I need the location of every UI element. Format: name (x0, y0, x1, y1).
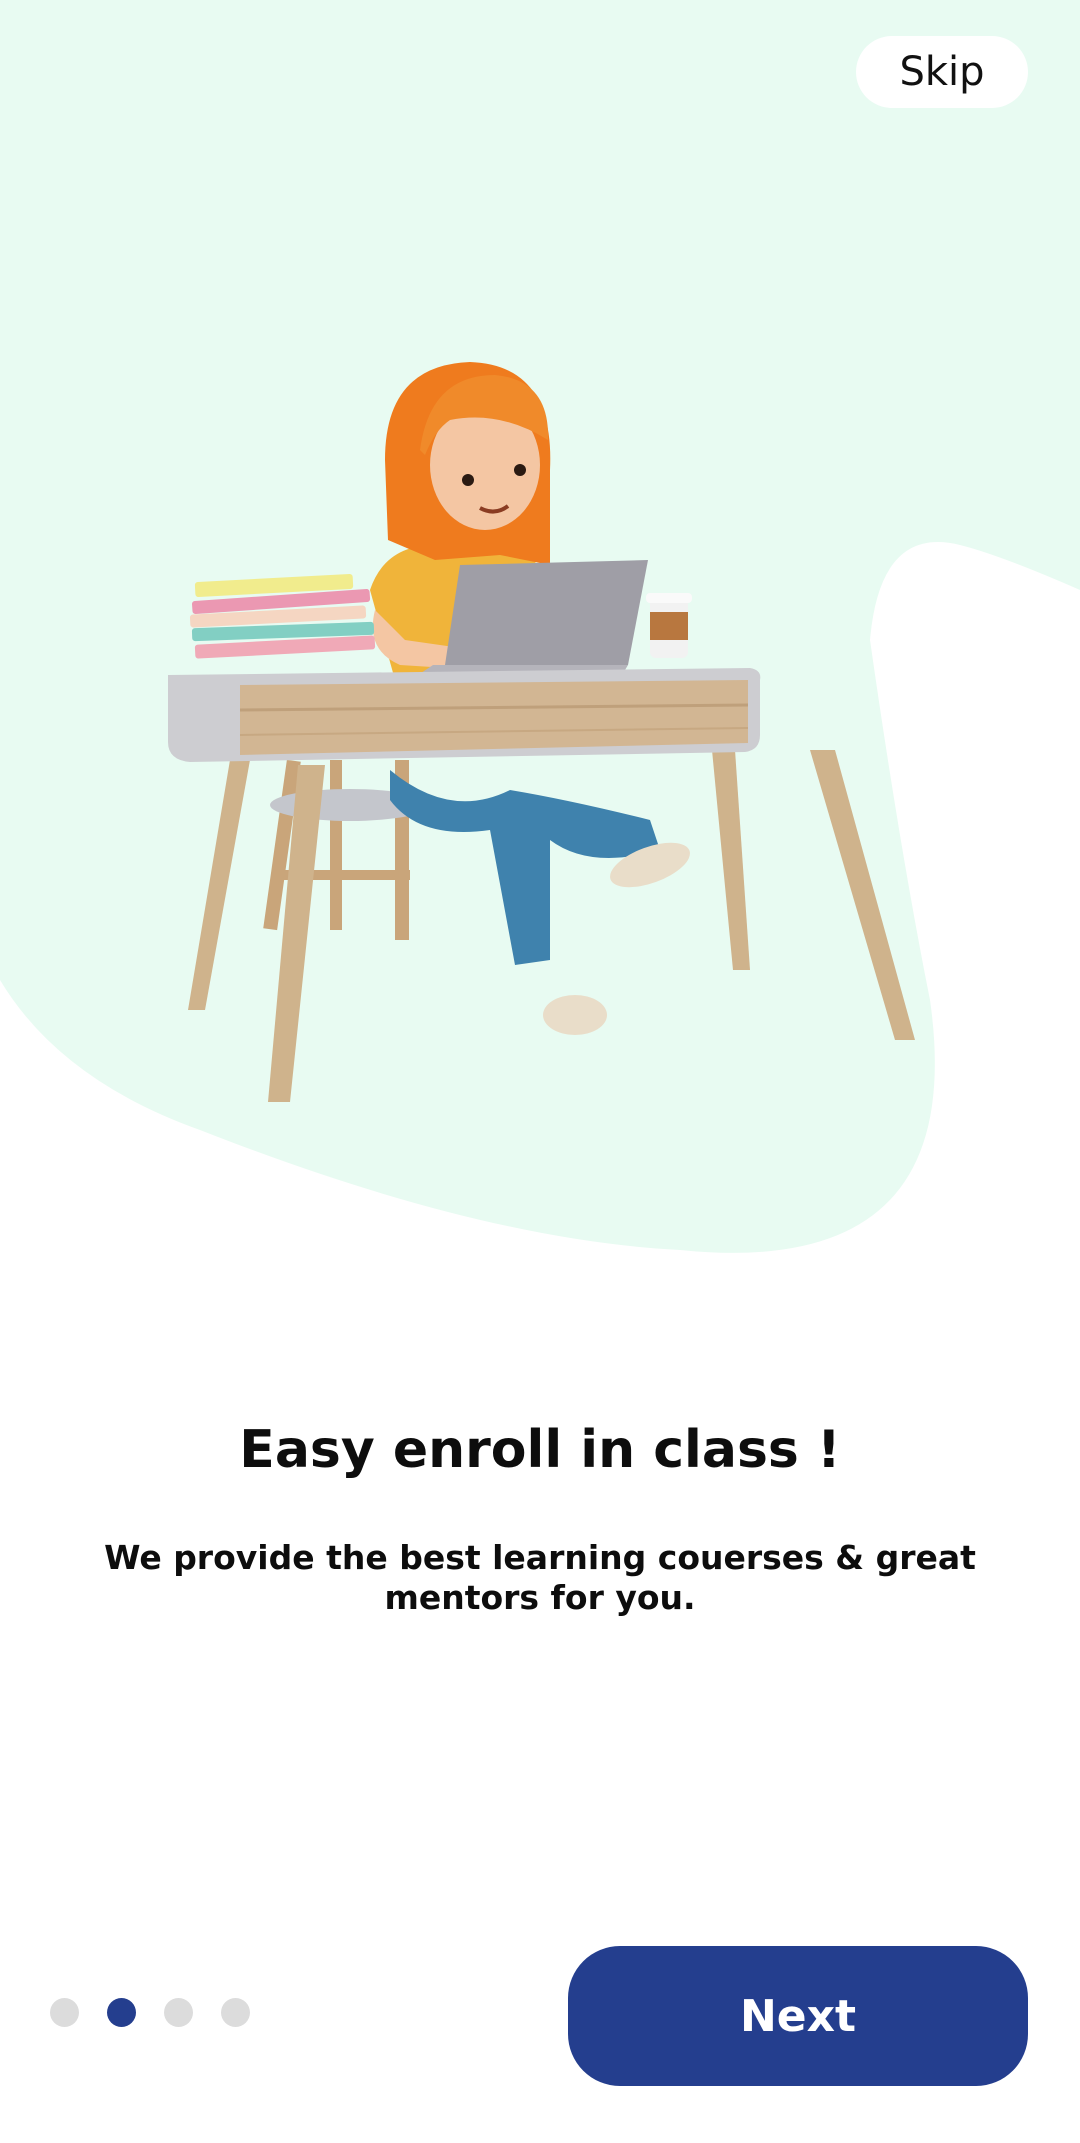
onboarding-title: Easy enroll in class ! (239, 1420, 841, 1480)
page-dot-3[interactable] (164, 1998, 193, 2027)
page-dot-4[interactable] (221, 1998, 250, 2027)
girl-at-desk-illustration (168, 362, 915, 1102)
page-dot-2-active[interactable] (107, 1998, 136, 2027)
next-button[interactable]: Next (568, 1946, 1028, 2086)
page-dot-1[interactable] (50, 1998, 79, 2027)
page-indicator (50, 1998, 250, 2028)
onboarding-subtitle: We provide the best learning couerses & … (104, 1538, 976, 1617)
skip-button[interactable]: Skip (856, 36, 1028, 108)
